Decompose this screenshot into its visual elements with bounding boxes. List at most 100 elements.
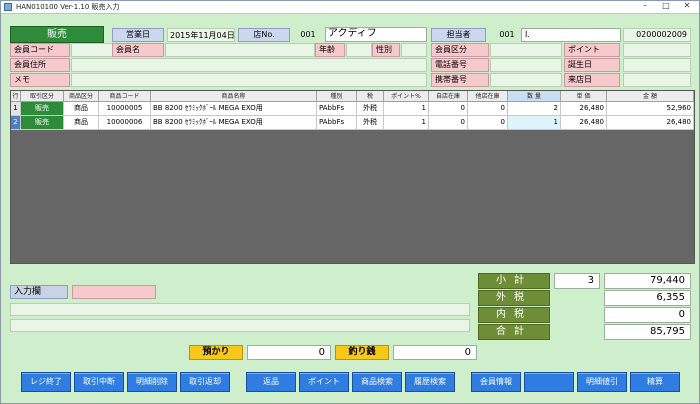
staff-name-field[interactable]: I. [521,28,621,42]
col-header-code: 商品コード [99,91,151,102]
memo-field[interactable] [71,73,427,87]
phone-field[interactable] [490,58,562,72]
point-label: ポイント [564,43,620,57]
app-icon [4,3,12,11]
transaction-interrupt-button[interactable]: 取引中断 [74,372,124,392]
input-field[interactable] [72,285,156,299]
table-row-1-point[interactable]: 1 [384,102,429,116]
store-name-field[interactable]: アクディフ [325,27,427,42]
business-day-label: 営業日 [112,28,164,42]
col-header-txn: 取引区分 [21,91,64,102]
visit-date-field[interactable] [623,73,691,87]
age-field[interactable] [346,43,372,57]
col-header-name: 商品名称 [151,91,317,102]
table-row-2-own-stock[interactable]: 0 [429,116,468,130]
memo-label: メモ [10,73,70,87]
table-row-2-other-stock[interactable]: 0 [468,116,508,130]
blank-function-button[interactable] [524,372,574,392]
product-search-button[interactable]: 商品検索 [352,372,402,392]
gender-label: 性別 [372,43,400,57]
subtotal-label: 小計 [478,273,550,289]
minimize-button[interactable]: – [635,1,655,12]
close-button[interactable]: ✕ [677,1,697,12]
table-row-1-type[interactable]: PAbbFs [317,102,357,116]
table-row-1-line: 1 [11,102,21,116]
return-goods-button[interactable]: 返品 [246,372,296,392]
slip-no: 0200002009 [623,28,691,42]
total-amount: 85,795 [604,324,691,340]
table-row-2-code[interactable]: 10000006 [99,116,151,130]
title-bar: HAN010100 Ver-1.10 販売入力 – □ ✕ [1,1,699,14]
table-row-2-name[interactable]: BB 8200 ｾﾗﾐｯｸﾎﾞｰﾙ MEGA EXO用 [151,116,317,130]
col-header-type: 種別 [317,91,357,102]
member-name-field[interactable] [165,43,315,57]
table-row-1-unit-price[interactable]: 26,480 [561,102,607,116]
table-row-2-txn[interactable]: 販売 [21,116,64,130]
table-row-2-amount[interactable]: 26,480 [607,116,694,130]
visit-date-label: 来店日 [564,73,620,87]
table-row-2-tax[interactable]: 外税 [357,116,384,130]
maximize-button[interactable]: □ [656,1,676,12]
checkout-button[interactable]: 精算 [630,372,680,392]
table-row-2-type[interactable]: PAbbFs [317,116,357,130]
table-row-1-tax[interactable]: 外税 [357,102,384,116]
sales-entry-window: HAN010100 Ver-1.10 販売入力 – □ ✕ 販売 営業日 201… [0,0,700,404]
subtotal-amount: 79,440 [604,273,691,289]
mode-indicator: 販売 [10,26,104,43]
col-header-amount: 金 額 [607,91,694,102]
col-header-tax: 税 [357,91,384,102]
col-header-category: 商品区分 [64,91,99,102]
table-row-2-line: 2 [11,116,21,130]
gender-field[interactable] [401,43,427,57]
col-header-point: ポイント% [384,91,429,102]
member-address-field[interactable] [71,58,427,72]
total-label: 合計 [478,324,550,340]
input-label: 入力欄 [10,285,68,299]
birthday-label: 誕生日 [564,58,620,72]
mobile-field[interactable] [490,73,562,87]
internal-tax-label: 内税 [478,307,550,323]
col-header-qty: 数 量 [508,91,561,102]
member-class-label: 会員区分 [431,43,489,57]
point-field[interactable] [623,43,691,57]
message-line-2 [10,319,470,332]
table-row-1-qty[interactable]: 2 [508,102,561,116]
staff-label: 担当者 [431,28,486,42]
detail-grid[interactable]: 行 取引区分 商品区分 商品コード 商品名称 種別 税 ポイント% 自店在庫 他… [10,90,695,264]
table-row-2-category[interactable]: 商品 [64,116,99,130]
table-row-2-qty[interactable]: 1 [508,116,561,130]
table-row-1-own-stock[interactable]: 0 [429,102,468,116]
transaction-return-button[interactable]: 取引返却 [180,372,230,392]
point-button[interactable]: ポイント [299,372,349,392]
detail-delete-button[interactable]: 明細削除 [127,372,177,392]
birthday-field[interactable] [623,58,691,72]
table-row-1-txn[interactable]: 販売 [21,102,64,116]
table-row-1-code[interactable]: 10000005 [99,102,151,116]
detail-discount-button[interactable]: 明細値引 [577,372,627,392]
table-row-2-point[interactable]: 1 [384,116,429,130]
store-no-label: 店No. [238,28,290,42]
table-row-1-name[interactable]: BB 8200 ｾﾗﾐｯｸﾎﾞｰﾙ MEGA EXO用 [151,102,317,116]
age-label: 年齢 [315,43,345,57]
phone-label: 電話番号 [431,58,489,72]
history-search-button[interactable]: 履歴検索 [405,372,455,392]
store-no-value: 001 [300,30,316,39]
register-end-button[interactable]: レジ終了 [21,372,71,392]
table-row-1-other-stock[interactable]: 0 [468,102,508,116]
table-row-1-amount[interactable]: 52,960 [607,102,694,116]
deposit-field[interactable]: 0 [247,345,331,360]
col-header-unit-price: 単 価 [561,91,607,102]
table-row-2-unit-price[interactable]: 26,480 [561,116,607,130]
change-label: 釣り銭 [335,345,389,360]
mobile-label: 携帯番号 [431,73,489,87]
message-line-1 [10,303,470,316]
member-info-button[interactable]: 会員情報 [471,372,521,392]
staff-code: 001 [499,30,515,39]
external-tax-label: 外税 [478,290,550,306]
table-row-1-category[interactable]: 商品 [64,102,99,116]
col-header-own-stock: 自店在庫 [429,91,468,102]
business-day-value: 2015年11月04日 [167,28,235,42]
member-class-field[interactable] [490,43,562,57]
member-code-field[interactable] [71,43,113,57]
col-header-other-stock: 他店在庫 [468,91,508,102]
